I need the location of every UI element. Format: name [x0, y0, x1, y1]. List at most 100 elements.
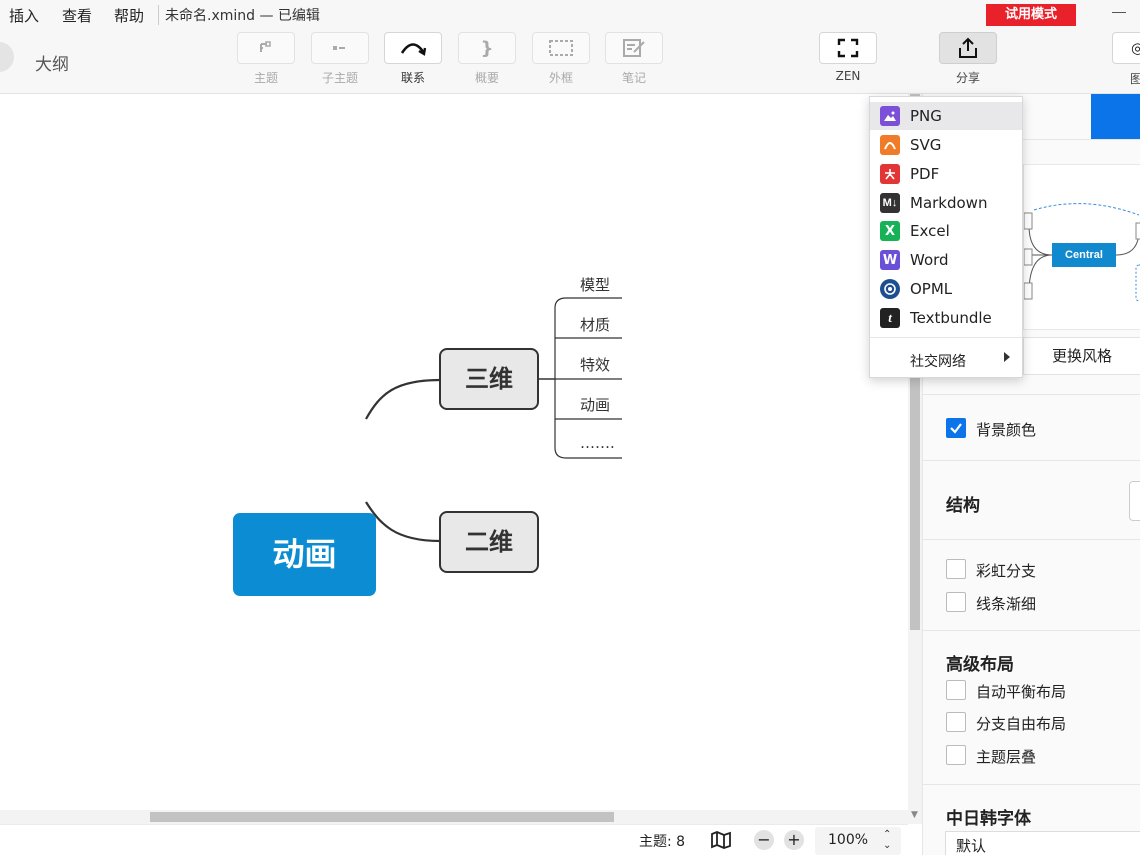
export-png-item[interactable]: PNG [870, 102, 1022, 130]
subtopic-material[interactable]: 材质 [580, 314, 610, 335]
note-button[interactable]: 笔记 [604, 32, 664, 86]
export-word-item[interactable]: W Word [870, 246, 1022, 274]
subtopic-effects[interactable]: 特效 [580, 354, 610, 375]
main-topic-2d[interactable]: 二维 [439, 511, 539, 573]
export-word-label: Word [910, 251, 949, 269]
horizontal-scroll-thumb[interactable] [150, 812, 614, 822]
topic-overlap-label: 主题层叠 [976, 748, 1037, 766]
panel-divider [923, 539, 1140, 540]
auto-balance-label: 自动平衡布局 [976, 683, 1067, 701]
toolbar: 大纲 主题 子主题 联系 } 概要 外框 笔记 ZEN 分享 ◎ 图 [0, 30, 1140, 94]
topic-button[interactable]: 主题 [236, 32, 296, 86]
background-color-label: 背景颜色 [976, 421, 1037, 439]
export-textbundle-item[interactable]: t Textbundle [870, 304, 1022, 332]
outline-label[interactable]: 大纲 [35, 50, 69, 75]
menu-view[interactable]: 查看 [62, 5, 92, 26]
change-style-button[interactable]: 更换风格 [1023, 337, 1140, 375]
zoom-out-button[interactable]: − [754, 830, 774, 850]
textbundle-icon: t [880, 308, 900, 328]
free-branch-label: 分支自由布局 [976, 715, 1067, 733]
export-pdf-item[interactable]: PDF [870, 160, 1022, 188]
export-opml-label: OPML [910, 280, 953, 298]
subtopic-animation[interactable]: 动画 [580, 394, 610, 415]
tapered-lines-checkbox[interactable] [946, 592, 966, 612]
subtopic-label: 子主题 [321, 71, 358, 85]
export-excel-item[interactable]: X Excel [870, 217, 1022, 245]
note-label: 笔记 [621, 71, 646, 85]
zen-button[interactable]: ZEN [818, 32, 878, 83]
pdf-icon [880, 164, 900, 184]
structure-title: 结构 [946, 496, 980, 516]
rainbow-branch-checkbox[interactable] [946, 559, 966, 579]
topic-count: 主题: 8 [639, 834, 686, 850]
panel-divider [923, 784, 1140, 785]
export-markdown-item[interactable]: M↓ Markdown [870, 189, 1022, 217]
cjk-font-select[interactable]: 默认 [945, 831, 1140, 855]
summary-brace-icon: } [458, 32, 516, 64]
subtopic-icon [311, 32, 369, 64]
topic-overlap-checkbox[interactable] [946, 745, 966, 765]
note-icon [605, 32, 663, 64]
social-network-item[interactable]: 社交网络 [910, 351, 966, 371]
share-export-icon [939, 32, 997, 64]
zoom-select[interactable]: 100% ⌃ ⌄ [815, 827, 901, 855]
fullscreen-icon [819, 32, 877, 64]
export-svg-label: SVG [910, 136, 942, 154]
zoom-in-button[interactable]: + [784, 830, 804, 850]
minimize-icon[interactable] [1112, 12, 1126, 13]
map-view-icon[interactable] [710, 830, 732, 854]
export-markdown-label: Markdown [910, 194, 988, 212]
subtopic-ellipsis[interactable]: ……. [580, 434, 615, 452]
summary-button[interactable]: } 概要 [457, 32, 517, 86]
structure-selector[interactable] [1129, 481, 1140, 521]
submenu-arrow-icon [1004, 352, 1010, 362]
trial-mode-badge[interactable]: 试用模式 [986, 4, 1076, 26]
share-button[interactable]: 分享 [938, 32, 998, 86]
format-panel-button[interactable]: ◎ [1112, 32, 1140, 64]
zoom-stepper-icon: ⌃ ⌄ [883, 829, 892, 851]
horizontal-scrollbar[interactable] [0, 810, 908, 824]
markdown-icon: M↓ [880, 193, 900, 213]
mindmap-canvas[interactable]: 动画 三维 二维 模型 材质 特效 动画 ……. [0, 94, 908, 810]
preview-central-topic: Central [1052, 243, 1116, 267]
style-preview[interactable]: Central [1023, 164, 1140, 330]
subtopic-model[interactable]: 模型 [580, 274, 610, 295]
summary-label: 概要 [474, 71, 499, 85]
format-icon: ◎ [1131, 39, 1140, 57]
scroll-down-icon[interactable]: ▼ [911, 810, 918, 820]
zen-label: ZEN [835, 69, 861, 83]
panel-tab-active[interactable] [1091, 94, 1140, 139]
panel-divider [923, 630, 1140, 631]
tapered-lines-label: 线条渐细 [976, 595, 1037, 613]
cjk-font-title: 中日韩字体 [946, 809, 1031, 829]
format-panel-label: 图 [1130, 72, 1140, 86]
status-bar: 主题: 8 − + 100% ⌃ ⌄ [0, 824, 908, 855]
relationship-icon [384, 32, 442, 64]
export-svg-item[interactable]: SVG [870, 131, 1022, 159]
menu-insert[interactable]: 插入 [9, 5, 39, 26]
export-png-label: PNG [910, 107, 942, 125]
menu-help[interactable]: 帮助 [114, 5, 144, 26]
panel-divider [923, 394, 1140, 395]
branch-connectors [365, 297, 622, 543]
background-color-checkbox[interactable] [946, 418, 966, 438]
central-topic[interactable]: 动画 [233, 513, 376, 596]
auto-balance-checkbox[interactable] [946, 680, 966, 700]
menu-bar: 插入 查看 帮助 未命名.xmind — 已编辑 试用模式 [0, 0, 1140, 30]
boundary-button[interactable]: 外框 [531, 32, 591, 86]
relationship-button[interactable]: 联系 [383, 32, 443, 86]
main-topic-3d[interactable]: 三维 [439, 348, 539, 410]
free-branch-checkbox[interactable] [946, 712, 966, 732]
export-menu: PNG SVG PDF M↓ Markdown X Excel W Word O… [869, 96, 1023, 378]
export-opml-item[interactable]: OPML [870, 275, 1022, 303]
word-icon: W [880, 250, 900, 270]
document-title: 未命名.xmind — 已编辑 [158, 5, 320, 25]
sidebar-toggle-button[interactable] [0, 42, 14, 72]
checkmark-icon [950, 423, 962, 434]
subtopic-button[interactable]: 子主题 [310, 32, 370, 86]
zoom-value: 100% [828, 832, 869, 848]
boundary-label: 外框 [548, 71, 573, 85]
export-pdf-label: PDF [910, 165, 940, 183]
panel-divider [923, 460, 1140, 461]
export-excel-label: Excel [910, 222, 950, 240]
